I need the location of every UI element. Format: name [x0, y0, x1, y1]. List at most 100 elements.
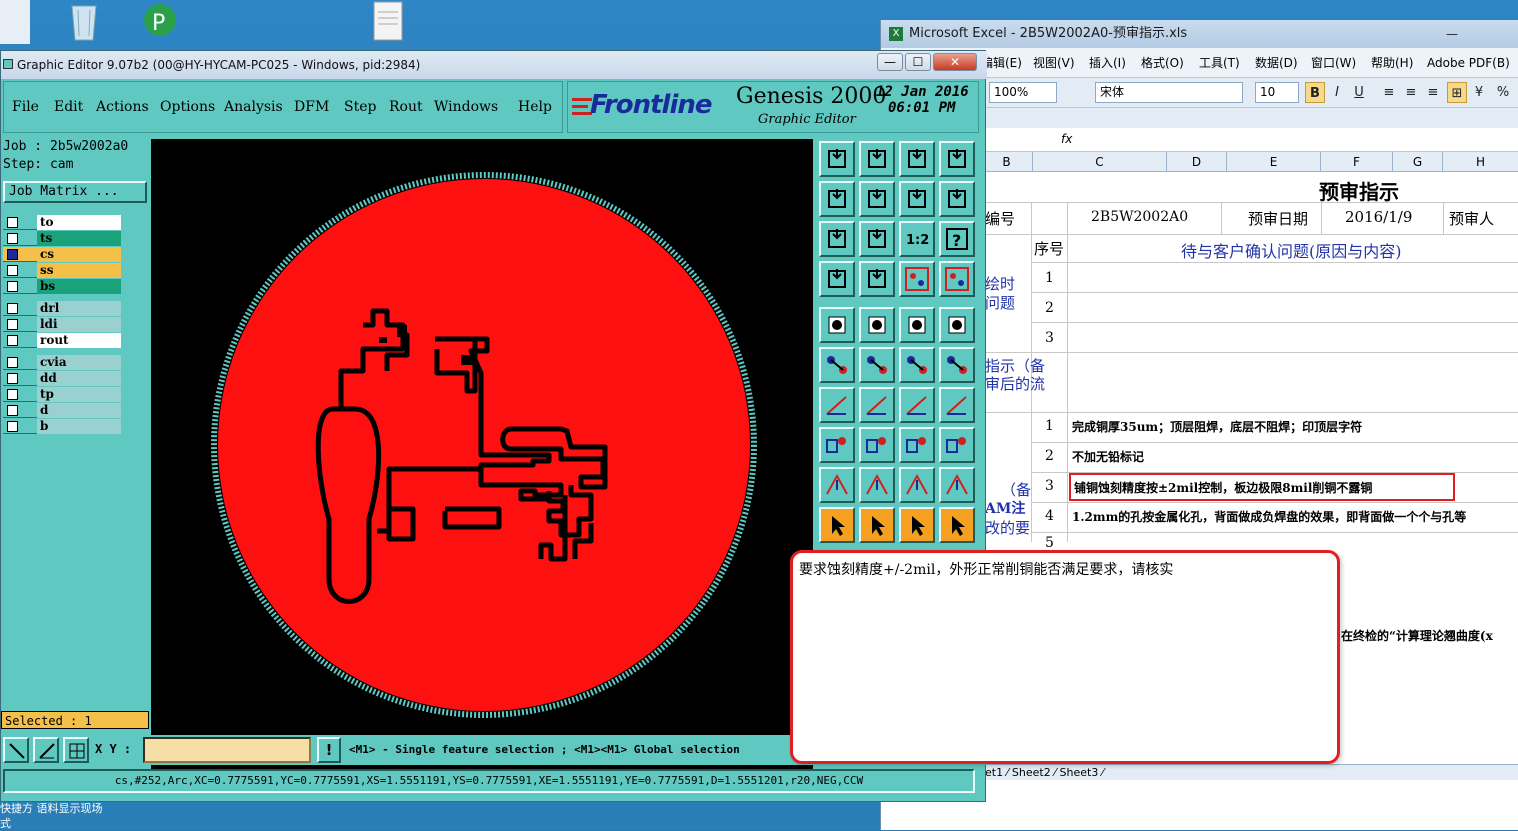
help-tool-button[interactable]: ?: [939, 221, 975, 257]
layer-checkbox[interactable]: [7, 319, 18, 330]
select-poly-tool-button[interactable]: [899, 507, 935, 543]
date-cell[interactable]: 2016/1/9: [1345, 208, 1412, 226]
align-left-icon[interactable]: ≡: [1379, 82, 1399, 103]
shift-tool-button[interactable]: [819, 427, 855, 463]
layer-up-tool-button[interactable]: [819, 141, 855, 177]
maximize-button[interactable]: ☐: [905, 53, 931, 71]
layer-row-b[interactable]: b: [3, 419, 121, 434]
col-header[interactable]: E: [1227, 152, 1321, 172]
layers-red-tool-button[interactable]: [899, 261, 935, 297]
layer-row-tp[interactable]: tp: [3, 387, 121, 402]
menu-window[interactable]: 窗口(W): [1311, 48, 1356, 78]
layer-checkbox[interactable]: [7, 405, 18, 416]
layer-name[interactable]: rout: [37, 333, 121, 348]
underline-button[interactable]: U: [1349, 82, 1369, 103]
layers-red-2-tool-button[interactable]: [939, 261, 975, 297]
layer-row-cs[interactable]: cs: [3, 247, 121, 262]
align-right-icon[interactable]: ≡: [1423, 82, 1443, 103]
merge-center-icon[interactable]: ⊞: [1447, 82, 1467, 103]
zoom-tool-button[interactable]: [3, 737, 29, 763]
draw-box-tool-button[interactable]: [859, 307, 895, 343]
window-view-tool-button[interactable]: [939, 141, 975, 177]
excel-title-bar[interactable]: X Microsoft Excel - 2B5W2002A0-预审指示.xls …: [881, 20, 1518, 48]
layer-name[interactable]: ts: [37, 231, 121, 246]
menu-options[interactable]: Options: [160, 99, 215, 115]
sheet-tabs[interactable]: et1 ⁄ Sheet2 ⁄ Sheet3 ⁄: [981, 764, 1518, 780]
select-box-tool-button[interactable]: [859, 507, 895, 543]
layer-name[interactable]: drl: [37, 301, 121, 316]
app-shortcut-icon[interactable]: P: [136, 0, 180, 44]
job-number-cell[interactable]: 2B5W2002A0: [1091, 209, 1188, 225]
menu-rout[interactable]: Rout: [389, 99, 423, 115]
menu-adobe-pdf[interactable]: Adobe PDF(B): [1427, 48, 1510, 78]
layer-checkbox[interactable]: [7, 373, 18, 384]
move-left-tool-button[interactable]: [819, 181, 855, 217]
scale-1-2-tool-button[interactable]: 1:2: [899, 221, 935, 257]
item-cell[interactable]: 不加无铅标记: [1072, 448, 1144, 465]
arrow-line-tool-button[interactable]: [859, 387, 895, 423]
angle-tool-button[interactable]: [819, 387, 855, 423]
layer-row-to[interactable]: to: [3, 215, 121, 230]
item-cell[interactable]: 在终检的“计算理论翘曲度(x: [1341, 627, 1493, 644]
text-file-icon[interactable]: [368, 0, 412, 44]
layer-name[interactable]: cs: [37, 247, 121, 262]
layer-checkbox[interactable]: [7, 421, 18, 432]
menu-windows[interactable]: Windows: [434, 99, 498, 115]
col-header[interactable]: G: [1393, 152, 1443, 172]
menu-help[interactable]: 帮助(H): [1371, 48, 1413, 78]
layer-checkbox[interactable]: [7, 281, 18, 292]
layer-checkbox[interactable]: [7, 265, 18, 276]
close-button[interactable]: ✕: [933, 53, 977, 71]
menu-actions[interactable]: Actions: [96, 99, 149, 115]
graphics-canvas[interactable]: [151, 139, 813, 783]
resize-tool-button[interactable]: [899, 427, 935, 463]
layer-row-drl[interactable]: drl: [3, 301, 121, 316]
triangle-tool-button[interactable]: [819, 467, 855, 503]
menu-tools[interactable]: 工具(T): [1199, 48, 1240, 78]
copper-area[interactable]: [218, 179, 750, 711]
grid-view-tool-button[interactable]: [859, 261, 895, 297]
layer-checkbox[interactable]: [7, 389, 18, 400]
fit-screen-tool-button[interactable]: [819, 221, 855, 257]
settings-tool-button[interactable]: [819, 261, 855, 297]
job-matrix-button[interactable]: Job Matrix ...: [3, 181, 147, 203]
menu-dfm[interactable]: DFM: [294, 99, 329, 115]
dot-tool-button[interactable]: [939, 307, 975, 343]
item-cell[interactable]: 1.2mm的孔按金属化孔，背面做成负焊盘的效果，即背面做一个个与孔等: [1072, 508, 1518, 525]
measure-tool-button[interactable]: [33, 737, 59, 763]
board-view[interactable]: [151, 139, 813, 783]
pad-tool-button[interactable]: [819, 307, 855, 343]
line-dot-2-tool-button[interactable]: [939, 347, 975, 383]
snap-tool-button[interactable]: [939, 181, 975, 217]
menu-analysis[interactable]: Analysis: [224, 99, 283, 115]
arch-2-tool-button[interactable]: [939, 467, 975, 503]
col-header[interactable]: H: [1443, 152, 1518, 172]
connect-tool-button[interactable]: [819, 347, 855, 383]
menu-help[interactable]: Help: [518, 99, 552, 115]
font-name-select[interactable]: 宋体: [1095, 82, 1243, 103]
move-right-tool-button[interactable]: [859, 181, 895, 217]
ruler-tool-button[interactable]: [899, 307, 935, 343]
mirror-tool-button[interactable]: [939, 387, 975, 423]
layer-down-tool-button[interactable]: [859, 141, 895, 177]
percent-icon[interactable]: %: [1493, 82, 1513, 103]
layer-row-ss[interactable]: ss: [3, 263, 121, 278]
minimize-icon[interactable]: —: [1446, 26, 1464, 42]
cross-tool-button[interactable]: [859, 347, 895, 383]
rotate-tool-button[interactable]: [899, 387, 935, 423]
col-header[interactable]: B: [981, 152, 1033, 172]
item-cell[interactable]: 完成铜厚35um；顶层阻焊，底层不阻焊；印顶层字符: [1072, 418, 1362, 435]
menu-step[interactable]: Step: [344, 99, 376, 115]
layer-row-cvia[interactable]: cvia: [3, 355, 121, 370]
home-view-tool-button[interactable]: [899, 141, 935, 177]
layer-name[interactable]: d: [37, 403, 121, 418]
align-center-icon[interactable]: ≡: [1401, 82, 1421, 103]
line-dot-tool-button[interactable]: [899, 347, 935, 383]
group-tool-button[interactable]: [939, 427, 975, 463]
minimize-button[interactable]: —: [877, 53, 903, 71]
select-arrow-tool-button[interactable]: [819, 507, 855, 543]
col-header[interactable]: D: [1167, 152, 1227, 172]
layer-checkbox[interactable]: [7, 233, 18, 244]
layer-name[interactable]: bs: [37, 279, 121, 294]
layer-checkbox[interactable]: [7, 357, 18, 368]
